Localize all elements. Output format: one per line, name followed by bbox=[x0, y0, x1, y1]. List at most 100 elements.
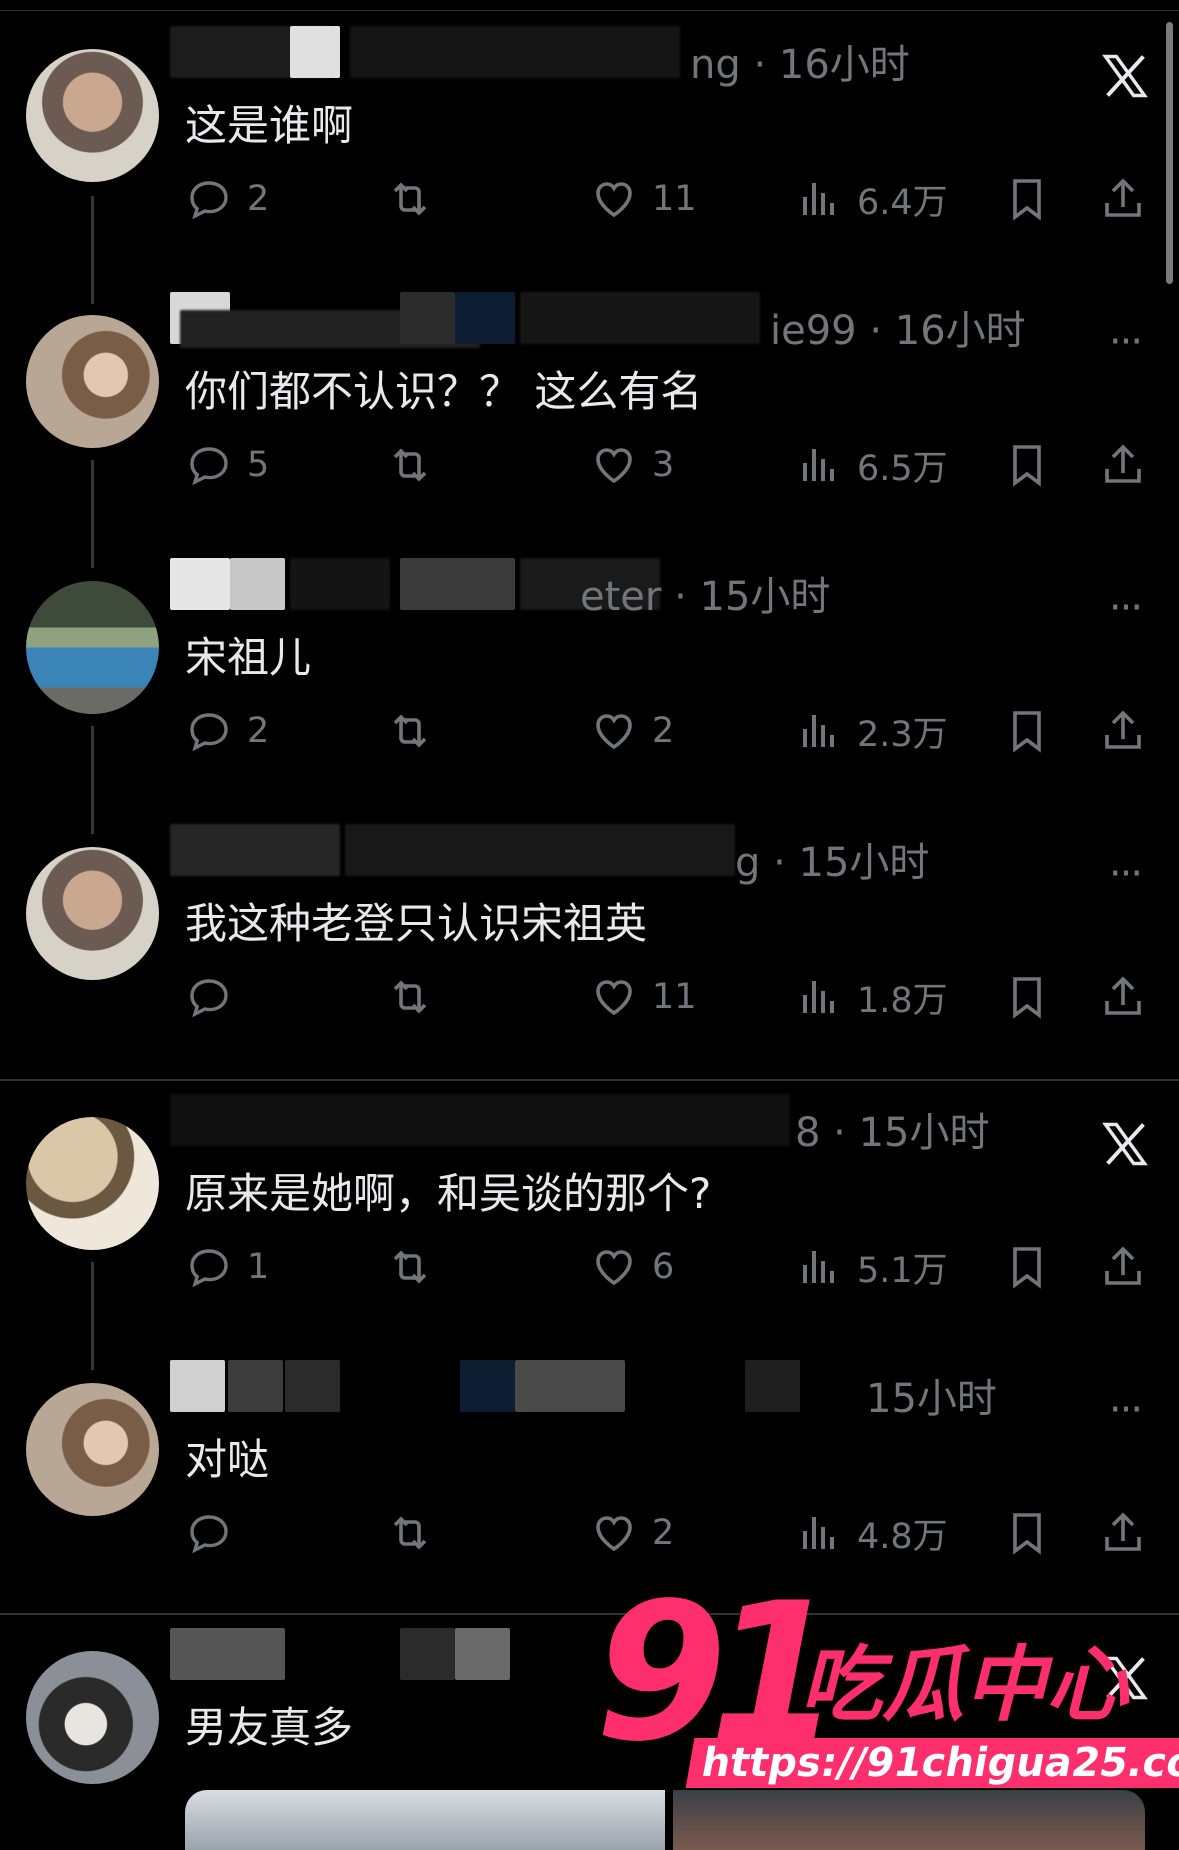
redacted-name bbox=[290, 558, 390, 610]
share-button[interactable] bbox=[1099, 967, 1147, 1027]
reply-button[interactable]: 1 bbox=[185, 1237, 269, 1297]
heart-icon bbox=[596, 980, 632, 1016]
view-count: 4.8万 bbox=[857, 1516, 948, 1557]
share-button[interactable] bbox=[1099, 435, 1147, 495]
tweet-handle-time: g · 15小时 bbox=[735, 840, 930, 886]
tweet-actions: 2 2 2.3万 bbox=[0, 701, 1179, 761]
tweet[interactable]: ie99 · 16小时 你们都不认识？？ 这么有名 ··· 5 3 6.5万 bbox=[0, 280, 1179, 546]
avatar[interactable] bbox=[26, 1383, 159, 1516]
share-icon bbox=[1105, 444, 1141, 483]
reply-icon bbox=[190, 1515, 228, 1554]
tweet-text: 你们都不认识？？ 这么有名 bbox=[185, 367, 703, 416]
tweet-text: 这是谁啊 bbox=[185, 101, 354, 150]
share-icon bbox=[1105, 1246, 1141, 1285]
views-button[interactable]: 6.5万 bbox=[795, 435, 948, 495]
view-count: 1.8万 bbox=[857, 980, 948, 1021]
retweet-button[interactable] bbox=[386, 701, 434, 761]
like-button[interactable]: 3 bbox=[590, 435, 674, 495]
reply-button[interactable] bbox=[185, 1503, 247, 1563]
redacted-handle bbox=[455, 292, 515, 344]
views-button[interactable]: 5.1万 bbox=[795, 1237, 948, 1297]
tweet-text: 男友真多 bbox=[185, 1703, 354, 1752]
retweet-button[interactable] bbox=[386, 1237, 434, 1297]
retweet-button[interactable] bbox=[386, 967, 434, 1027]
share-icon bbox=[1105, 178, 1141, 217]
views-button[interactable]: 6.4万 bbox=[795, 169, 948, 229]
avatar[interactable] bbox=[26, 581, 159, 714]
views-button[interactable]: 4.8万 bbox=[795, 1503, 948, 1563]
bookmark-button[interactable] bbox=[1003, 967, 1051, 1027]
share-button[interactable] bbox=[1099, 1237, 1147, 1297]
view-count: 6.5万 bbox=[857, 448, 948, 489]
more-icon[interactable]: ··· bbox=[1095, 1380, 1155, 1440]
like-button[interactable]: 2 bbox=[590, 1503, 674, 1563]
view-count: 6.4万 bbox=[857, 182, 948, 223]
redacted-name bbox=[170, 1360, 225, 1412]
tweet-handle-time: ng · 16小时 bbox=[690, 42, 910, 88]
retweet-icon bbox=[393, 1250, 427, 1284]
bookmark-icon bbox=[1013, 445, 1041, 487]
bookmark-icon bbox=[1013, 179, 1041, 221]
like-button[interactable]: 11 bbox=[590, 169, 697, 229]
reply-button[interactable]: 5 bbox=[185, 435, 269, 495]
retweet-icon bbox=[393, 714, 427, 748]
avatar[interactable] bbox=[26, 847, 159, 980]
reply-count: 5 bbox=[247, 445, 270, 485]
like-button[interactable]: 2 bbox=[590, 701, 674, 761]
heart-icon bbox=[596, 182, 632, 218]
x-logo-icon[interactable] bbox=[1095, 46, 1155, 106]
retweet-button[interactable] bbox=[386, 435, 434, 495]
reply-button[interactable] bbox=[185, 967, 247, 1027]
reply-button[interactable]: 2 bbox=[185, 169, 269, 229]
tweet-text: 我这种老登只认识宋祖英 bbox=[185, 899, 648, 948]
bookmark-button[interactable] bbox=[1003, 1237, 1051, 1297]
share-icon bbox=[1105, 710, 1141, 749]
avatar[interactable] bbox=[26, 1651, 159, 1784]
reply-icon bbox=[190, 181, 228, 220]
reply-icon bbox=[190, 447, 228, 486]
avatar[interactable] bbox=[26, 49, 159, 182]
share-button[interactable] bbox=[1099, 701, 1147, 761]
bookmark-button[interactable] bbox=[1003, 435, 1051, 495]
reply-button[interactable]: 2 bbox=[185, 701, 269, 761]
tweet-actions: 1 6 5.1万 bbox=[0, 1237, 1179, 1297]
bookmark-button[interactable] bbox=[1003, 1503, 1051, 1563]
redacted-name bbox=[170, 1628, 285, 1680]
more-icon[interactable]: ··· bbox=[1095, 312, 1155, 372]
x-logo-icon[interactable] bbox=[1095, 1114, 1155, 1174]
like-button[interactable]: 6 bbox=[590, 1237, 674, 1297]
bookmark-button[interactable] bbox=[1003, 169, 1051, 229]
redacted-handle bbox=[345, 824, 735, 876]
reply-count: 2 bbox=[247, 179, 270, 219]
views-button[interactable]: 1.8万 bbox=[795, 967, 948, 1027]
tweet[interactable]: 15小时 对哒 ··· 2 4.8万 bbox=[0, 1348, 1179, 1614]
media-image[interactable] bbox=[185, 1790, 665, 1850]
tweet[interactable]: 8 · 15小时 原来是她啊，和吴谈的那个? 1 6 5.1万 bbox=[0, 1082, 1179, 1348]
redacted-handle bbox=[400, 1628, 455, 1680]
retweet-button[interactable] bbox=[386, 1503, 434, 1563]
like-button[interactable]: 11 bbox=[590, 967, 697, 1027]
share-button[interactable] bbox=[1099, 169, 1147, 229]
watermark: 91 吃瓜中心 https://91chigua25.com bbox=[595, 1578, 1179, 1818]
more-icon[interactable]: ··· bbox=[1095, 578, 1155, 638]
avatar[interactable] bbox=[26, 315, 159, 448]
bookmark-icon bbox=[1013, 977, 1041, 1019]
tweet[interactable]: g · 15小时 我这种老登只认识宋祖英 ··· 11 1.8万 bbox=[0, 812, 1179, 1078]
top-divider bbox=[0, 10, 1179, 11]
views-button[interactable]: 2.3万 bbox=[795, 701, 948, 761]
share-button[interactable] bbox=[1099, 1503, 1147, 1563]
retweet-icon bbox=[393, 448, 427, 482]
tweet[interactable]: ng · 16小时 这是谁啊 2 11 6.4万 bbox=[0, 14, 1179, 280]
avatar[interactable] bbox=[26, 1117, 159, 1250]
more-icon[interactable]: ··· bbox=[1095, 844, 1155, 904]
tweet-actions: 2 4.8万 bbox=[0, 1503, 1179, 1563]
tweet-actions: 5 3 6.5万 bbox=[0, 435, 1179, 495]
bookmark-button[interactable] bbox=[1003, 701, 1051, 761]
redacted-handle bbox=[460, 1360, 515, 1412]
reply-icon bbox=[190, 713, 228, 752]
tweet-handle-time: eter · 15小时 bbox=[580, 574, 831, 620]
tweet-text: 宋祖儿 bbox=[185, 633, 312, 682]
retweet-button[interactable] bbox=[386, 169, 434, 229]
tweet[interactable]: eter · 15小时 宋祖儿 ··· 2 2 2.3万 bbox=[0, 546, 1179, 812]
redacted-name bbox=[228, 1360, 283, 1412]
